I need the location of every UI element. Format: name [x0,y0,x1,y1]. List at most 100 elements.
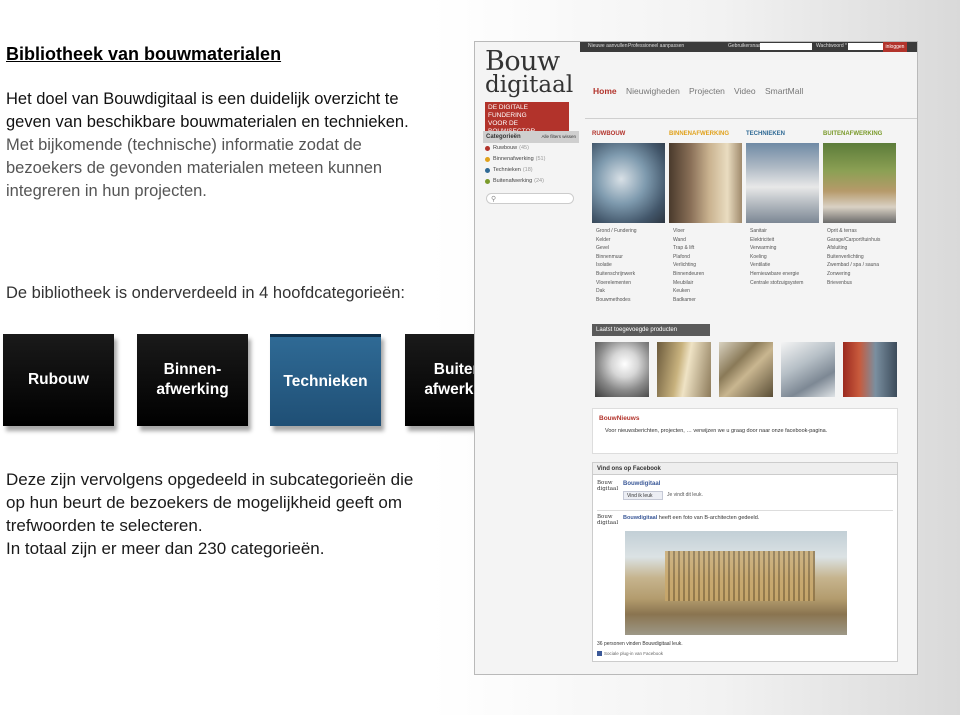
subcategory-link[interactable]: Ventilatie [746,261,819,270]
subcategory-link[interactable]: Keuken [669,287,742,296]
subcategory-link[interactable]: Elektriciteit [746,236,819,245]
subcategory-link[interactable]: Grond / Fundering [592,227,665,236]
facebook-widget: Vind ons op Facebook Bouw digitaal Bouwd… [592,462,898,662]
facebook-page-logo[interactable]: Bouw digitaal [597,480,619,497]
category-dot [485,179,490,184]
subcategory-link[interactable]: Zonwering [823,270,896,279]
post-author[interactable]: Bouwdigitaal [623,515,657,521]
product-thumbnail[interactable] [781,342,835,397]
facebook-footer: Sociale plug-in van Facebook [597,651,663,657]
post-avatar[interactable]: Bouw digitaal [597,514,619,531]
slide-title: Bibliotheek van bouwmaterialen [6,44,282,64]
password-input[interactable] [848,43,888,50]
column-title[interactable]: BINNENAFWERKING [669,131,742,141]
category-dot [485,157,490,162]
subcategory-link[interactable]: Binnenmuur [592,253,665,262]
category-filter-binnenafwerking[interactable]: Binnenafwerking (51) [483,154,579,165]
intro-line-5: integreren in hun projecten. [6,182,207,200]
username-input[interactable] [760,43,812,50]
intro-line-1: Het doel van Bouwdigitaal is een duideli… [6,90,399,108]
category-filter-buitenafwerking[interactable]: Buitenafwerking (24) [483,176,579,187]
subcategory-link[interactable]: Kelder [592,236,665,245]
tile-ruwbouw[interactable]: Rubouw [3,334,114,426]
facebook-page-name[interactable]: Bouwdigitaal [623,481,660,487]
subcategory-link[interactable]: Oprit & terras [823,227,896,236]
product-thumbnail[interactable] [719,342,773,397]
tile-ruwbouw-label: Rubouw [27,371,90,388]
subcategory-link[interactable]: Hernieuwbare energie [746,270,819,279]
intro-line-2: geven van beschikbare bouwmaterialen en … [6,113,409,131]
clear-filters-link[interactable]: Alle filters wissen [541,134,576,139]
subcategory-link[interactable]: Zwembad / spa / sauna [823,261,896,270]
subcategory-link[interactable]: Wand [669,236,742,245]
subcategory-link[interactable]: Meubilair [669,279,742,288]
subcat-line-1: Deze zijn vervolgens opgedeeld in subcat… [6,470,414,489]
column-photo[interactable] [746,143,819,223]
search-input[interactable]: ⚲ [486,193,574,204]
facebook-divider [597,510,893,511]
facebook-header: Vind ons op Facebook [593,463,897,475]
post-text: Bouwdigitaal heeft een foto van B-archit… [623,515,759,521]
subcategory-link[interactable]: Bouwmethodes [592,296,665,305]
subcategory-link[interactable]: Gevel [592,244,665,253]
subcategory-link[interactable]: Badkamer [669,296,742,305]
subcategory-link[interactable]: Sanitair [746,227,819,236]
categories-title: Categorieën [486,134,521,140]
column-photo[interactable] [669,143,742,223]
subcategory-link[interactable]: Buitenschrijnwerk [592,270,665,279]
intro-line-3: Met bijkomende (technische) informatie z… [6,136,362,154]
subcategory-link[interactable]: Koeling [746,253,819,262]
category-filter-ruwbouw[interactable]: Ruwbouw (45) [483,143,579,154]
logo[interactable]: Bouw digitaal DE DIGITALE FUNDERING VOOR… [485,48,574,139]
nav-home[interactable]: Home [593,86,617,96]
like-button[interactable]: Vind ik leuk [623,491,663,500]
product-thumbnail[interactable] [843,342,897,397]
tile-technieken[interactable]: Technieken [270,334,381,426]
mini-logo-line-2: digitaal [597,485,619,492]
subcategory-link[interactable]: Vloerelementen [592,279,665,288]
login-button[interactable]: inloggen [883,42,907,52]
subcategory-link[interactable]: Buitenverlichting [823,253,896,262]
subcategory-link[interactable]: Centrale stofzuigsystem [746,279,819,288]
topbar-link-2[interactable]: Professioneel aanpassen [628,43,684,49]
product-thumbnail[interactable] [595,342,649,397]
facebook-plugin-text[interactable]: Sociale plug-in van Facebook [604,651,663,656]
mini-logo-line-2: digitaal [597,519,619,526]
post-photo[interactable] [625,531,847,635]
category-filter-technieken[interactable]: Technieken (18) [483,165,579,176]
subcategory-link[interactable]: Verlichting [669,261,742,270]
subcategory-link[interactable]: Isolatie [592,261,665,270]
subcategory-link[interactable]: Verwarming [746,244,819,253]
nav-divider [585,118,917,119]
subcategory-link[interactable]: Binnendeuren [669,270,742,279]
column-photo[interactable] [823,143,896,223]
nav-nieuwigheden[interactable]: Nieuwigheden [626,86,680,96]
category-label: Ruwbouw [493,145,518,151]
subcategory-link[interactable]: Trap & lift [669,244,742,253]
column-title[interactable]: BUITENAFWERKING [823,131,896,141]
category-count: (45) [519,145,529,151]
subcategory-link[interactable]: Afsluiting [823,244,896,253]
tile-binnenafwerking[interactable]: Binnen- afwerking [137,334,248,426]
column-ruwbouw: RUWBOUW Grond / Fundering Kelder Gevel B… [592,131,665,304]
subcategory-link[interactable]: Dak [592,287,665,296]
nav-video[interactable]: Video [734,86,756,96]
subcategory-link[interactable]: Brievenbus [823,279,896,288]
logo-word-2: digitaal [485,72,574,98]
topbar-link-1[interactable]: Nieuwe aanvullen [588,43,627,49]
subcategory-link[interactable]: Garage/Carport/tuinhuis [823,236,896,245]
facebook-icon [597,651,602,657]
post-body: heeft een foto van B-architecten gedeeld… [658,515,760,521]
subcategory-list: Sanitair Elektriciteit Verwarming Koelin… [746,227,819,287]
nav-projecten[interactable]: Projecten [689,86,725,96]
column-title[interactable]: TECHNIEKEN [746,131,819,141]
nav-smartmall[interactable]: SmartMall [765,86,803,96]
intro-line-4: bezoekers de gevonden materialen meteen … [6,159,383,177]
product-thumbnail[interactable] [657,342,711,397]
subcategory-link[interactable]: Vloer [669,227,742,236]
category-count: (24) [534,178,544,184]
column-title[interactable]: RUWBOUW [592,131,665,141]
subcategory-link[interactable]: Plafond [669,253,742,262]
column-photo[interactable] [592,143,665,223]
password-label: Wachtwoord * [816,43,847,49]
